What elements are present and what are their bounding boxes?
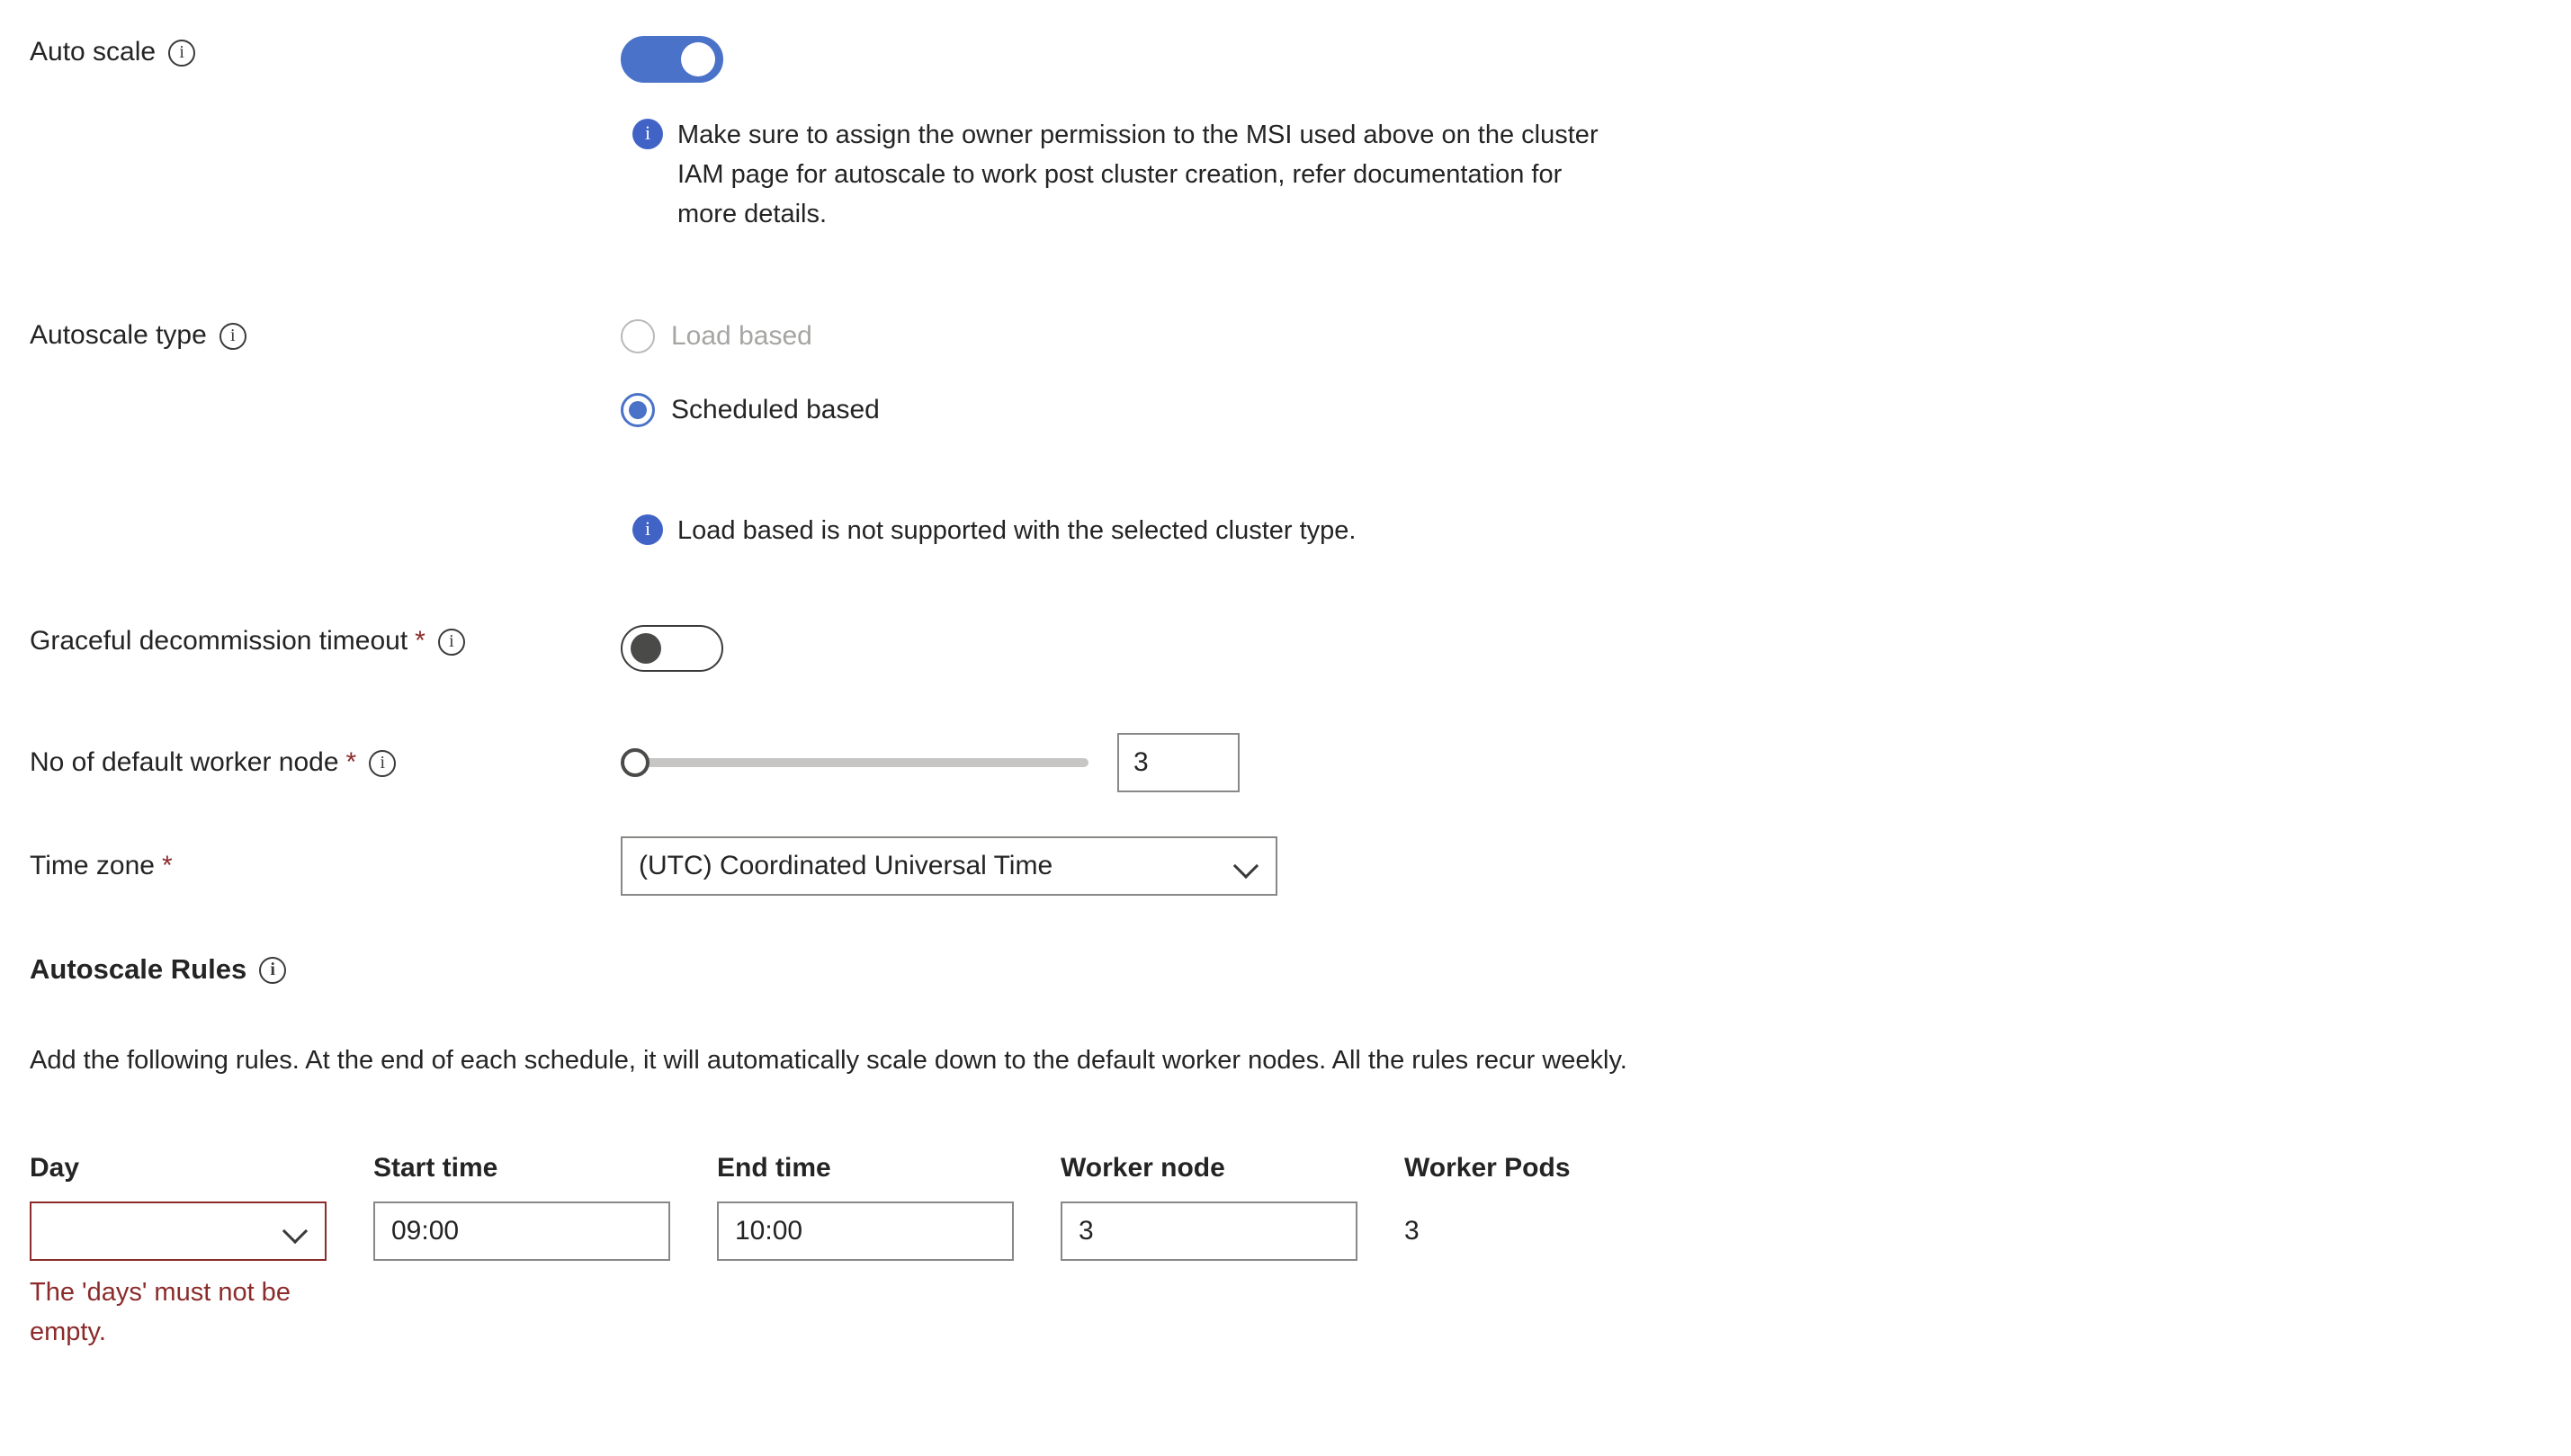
auto-scale-label: Auto scale (30, 37, 157, 67)
autoscale-settings-page: Auto scale Make sure to assign the owner… (0, 0, 2571, 1456)
info-circle-icon[interactable] (168, 40, 196, 67)
autoscale-rules-heading-group: Autoscale Rules (30, 953, 287, 986)
table-row: The 'days' must not be empty. 09:00 10:0… (30, 1201, 1674, 1352)
column-header-worker-pods: Worker Pods (1404, 1153, 1571, 1183)
autoscale-type-notice: Load based is not supported with the sel… (632, 511, 1356, 550)
radio-option-load-based[interactable]: Load based (621, 319, 880, 353)
auto-scale-notice: Make sure to assign the owner permission… (632, 115, 1622, 234)
worker-node-input[interactable]: 3 (1061, 1201, 1357, 1261)
default-worker-node-label-group: No of default worker node * (0, 746, 621, 779)
time-zone-select[interactable]: (UTC) Coordinated Universal Time (621, 836, 1277, 896)
auto-scale-toggle[interactable] (621, 36, 723, 83)
graceful-timeout-toggle-group (621, 625, 723, 672)
graceful-timeout-label-group: Graceful decommission timeout * (0, 625, 621, 657)
autoscale-type-label: Autoscale type (30, 320, 207, 350)
autoscale-type-label-group: Autoscale type (0, 319, 621, 352)
column-header-start-time: Start time (373, 1153, 498, 1183)
info-circle-icon[interactable] (369, 750, 397, 777)
cell-end-time: 10:00 (717, 1201, 1061, 1261)
auto-scale-label-group: Auto scale (0, 36, 621, 68)
info-filled-icon (632, 514, 663, 545)
graceful-timeout-row: Graceful decommission timeout * (0, 625, 723, 672)
day-select[interactable] (30, 1201, 327, 1261)
autoscale-rules-heading: Autoscale Rules (30, 953, 247, 985)
default-worker-node-control: 3 (621, 733, 1240, 792)
worker-pods-value: 3 (1404, 1216, 1420, 1246)
auto-scale-notice-text: Make sure to assign the owner permission… (677, 121, 1599, 229)
day-error-message: The 'days' must not be empty. (30, 1278, 291, 1346)
cell-worker-pods: 3 (1404, 1201, 1674, 1261)
radio-label-scheduled-based: Scheduled based (671, 395, 880, 424)
worker-node-value-input[interactable]: 3 (1117, 733, 1240, 792)
time-zone-label-group: Time zone * (0, 850, 621, 882)
time-zone-row: Time zone * (UTC) Coordinated Universal … (0, 836, 1277, 896)
autoscale-rules-table: Day Start time End time Worker node Work… (30, 1153, 1674, 1352)
required-asterisk: * (161, 851, 173, 880)
column-header-day: Day (30, 1153, 80, 1183)
default-worker-node-label: No of default worker node (30, 747, 339, 777)
table-header-row: Day Start time End time Worker node Work… (30, 1153, 1674, 1184)
end-time-input[interactable]: 10:00 (717, 1201, 1014, 1261)
cell-worker-node: 3 (1061, 1201, 1404, 1261)
worker-node-slider[interactable] (621, 745, 1088, 781)
info-circle-icon[interactable] (259, 957, 287, 984)
required-asterisk: * (345, 747, 357, 777)
radio-indicator (621, 393, 655, 427)
toggle-knob (631, 633, 661, 664)
info-circle-icon[interactable] (437, 629, 465, 656)
radio-option-scheduled-based[interactable]: Scheduled based (621, 393, 880, 427)
start-time-input[interactable]: 09:00 (373, 1201, 670, 1261)
default-worker-node-row: No of default worker node * 3 (0, 733, 1240, 792)
radio-indicator (621, 319, 655, 353)
radio-label-load-based: Load based (671, 321, 812, 351)
time-zone-label: Time zone (30, 851, 155, 880)
auto-scale-row: Auto scale (0, 36, 723, 83)
column-header-worker-node: Worker node (1061, 1153, 1225, 1183)
graceful-timeout-label: Graceful decommission timeout (30, 626, 408, 656)
chevron-down-icon (1234, 853, 1259, 879)
info-circle-icon[interactable] (219, 323, 246, 350)
cell-day: The 'days' must not be empty. (30, 1201, 373, 1352)
toggle-knob (681, 42, 715, 76)
autoscale-type-radio-group: Load based Scheduled based (621, 319, 880, 427)
column-header-end-time: End time (717, 1153, 831, 1183)
slider-track (633, 758, 1088, 767)
required-asterisk: * (415, 626, 426, 656)
cell-start-time: 09:00 (373, 1201, 717, 1261)
autoscale-type-row: Autoscale type Load based Scheduled base… (0, 319, 880, 427)
info-filled-icon (632, 119, 663, 149)
time-zone-selected-value: (UTC) Coordinated Universal Time (639, 851, 1053, 880)
autoscale-rules-description: Add the following rules. At the end of e… (30, 1046, 1627, 1075)
chevron-down-icon (283, 1219, 309, 1244)
auto-scale-toggle-group (621, 36, 723, 83)
autoscale-type-notice-text: Load based is not supported with the sel… (677, 516, 1357, 545)
slider-thumb[interactable] (621, 748, 649, 777)
graceful-timeout-toggle[interactable] (621, 625, 723, 672)
